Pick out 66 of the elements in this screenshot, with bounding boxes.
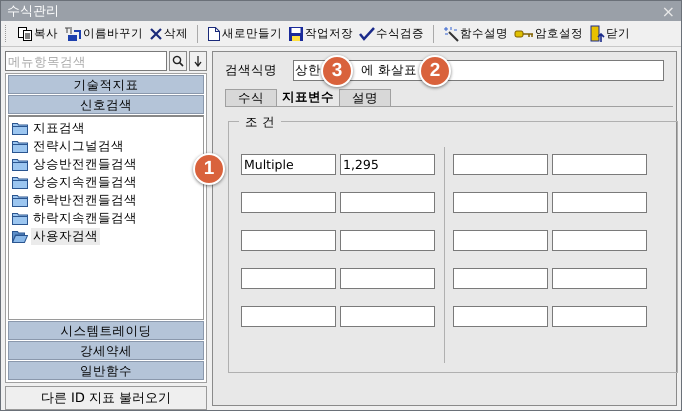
download-button[interactable]: [189, 51, 207, 71]
toolbar-button[interactable]: 이름바꾸기: [62, 22, 145, 44]
condition-field[interactable]: [552, 192, 647, 213]
toolbar-button[interactable]: 수식검증: [357, 22, 426, 44]
toolbar-button[interactable]: 복사: [15, 22, 60, 44]
folder-icon: [12, 122, 28, 134]
condition-field[interactable]: [552, 230, 647, 251]
folder-icon: [12, 158, 28, 170]
copy-icon: [17, 26, 33, 42]
condition-field[interactable]: [552, 306, 647, 327]
condition-field[interactable]: [241, 306, 336, 327]
condition-field[interactable]: [552, 154, 647, 175]
condition-field[interactable]: [453, 230, 548, 251]
exit-door-icon: [589, 24, 605, 42]
key-icon: [514, 28, 534, 40]
condition-field[interactable]: [340, 192, 435, 213]
condition-field[interactable]: [340, 230, 435, 251]
accordion-header[interactable]: 기술적지표: [8, 75, 204, 94]
search-icon: [172, 55, 184, 67]
tree-item[interactable]: 지표검색: [12, 119, 87, 137]
tab[interactable]: 수식: [225, 89, 277, 106]
window-title: 수식관리: [7, 3, 59, 20]
condition-field[interactable]: [453, 154, 548, 175]
toolbar-button[interactable]: 암호설정: [512, 22, 585, 44]
tree-item[interactable]: 하락반전캔들검색: [12, 191, 139, 209]
folder-icon: [12, 140, 28, 152]
toolbar-button[interactable]: 새로만들기: [205, 22, 284, 44]
tree-item[interactable]: 상승지속캔들검색: [12, 173, 139, 191]
toolbar-button[interactable]: 닫기: [587, 22, 632, 44]
accordion-header[interactable]: 시스템트레이딩: [8, 321, 204, 340]
condition-field[interactable]: 1,295: [340, 154, 435, 175]
accordion-header[interactable]: 신호검색: [8, 95, 204, 114]
condition-field[interactable]: [241, 230, 336, 251]
open-folder-icon: [12, 230, 28, 242]
condition-field[interactable]: [552, 268, 647, 289]
toolbar-button[interactable]: 삭제: [147, 22, 190, 44]
magic-wand-icon: [443, 26, 459, 42]
toolbar-button[interactable]: 작업저장: [286, 22, 355, 44]
condition-field[interactable]: [241, 268, 336, 289]
accordion-header[interactable]: 강세약세: [8, 341, 204, 360]
tree-item[interactable]: 하락지속캔들검색: [12, 209, 139, 227]
folder-icon: [12, 212, 28, 224]
condition-field[interactable]: [241, 192, 336, 213]
delete-icon: [149, 26, 163, 40]
accordion-header[interactable]: 일반함수: [8, 361, 204, 380]
tree-item[interactable]: 전략시그널검색: [12, 137, 126, 155]
down-arrow-icon: [194, 56, 202, 66]
condition-field[interactable]: [340, 268, 435, 289]
load-indicator-button[interactable]: 다른 ID 지표 불러오기: [5, 386, 207, 410]
condition-field[interactable]: [453, 306, 548, 327]
save-icon: [288, 26, 304, 42]
folder-icon: [12, 194, 28, 206]
condition-field[interactable]: [453, 192, 548, 213]
tree-item[interactable]: 상승반전캔들검색: [12, 155, 139, 173]
rename-icon: [64, 26, 82, 42]
folder-icon: [12, 176, 28, 188]
toolbar-button[interactable]: 함수설명: [441, 22, 510, 44]
name-label: 검색식명: [225, 62, 278, 79]
tab[interactable]: 설명: [339, 89, 391, 106]
condition-field[interactable]: [340, 306, 435, 327]
condition-field[interactable]: [453, 268, 548, 289]
search-button[interactable]: [169, 51, 187, 71]
condition-field[interactable]: Multiple: [241, 154, 336, 175]
menu-search-field[interactable]: 메뉴항목검색: [5, 51, 167, 71]
check-icon: [359, 26, 375, 40]
new-document-icon: [207, 26, 221, 42]
